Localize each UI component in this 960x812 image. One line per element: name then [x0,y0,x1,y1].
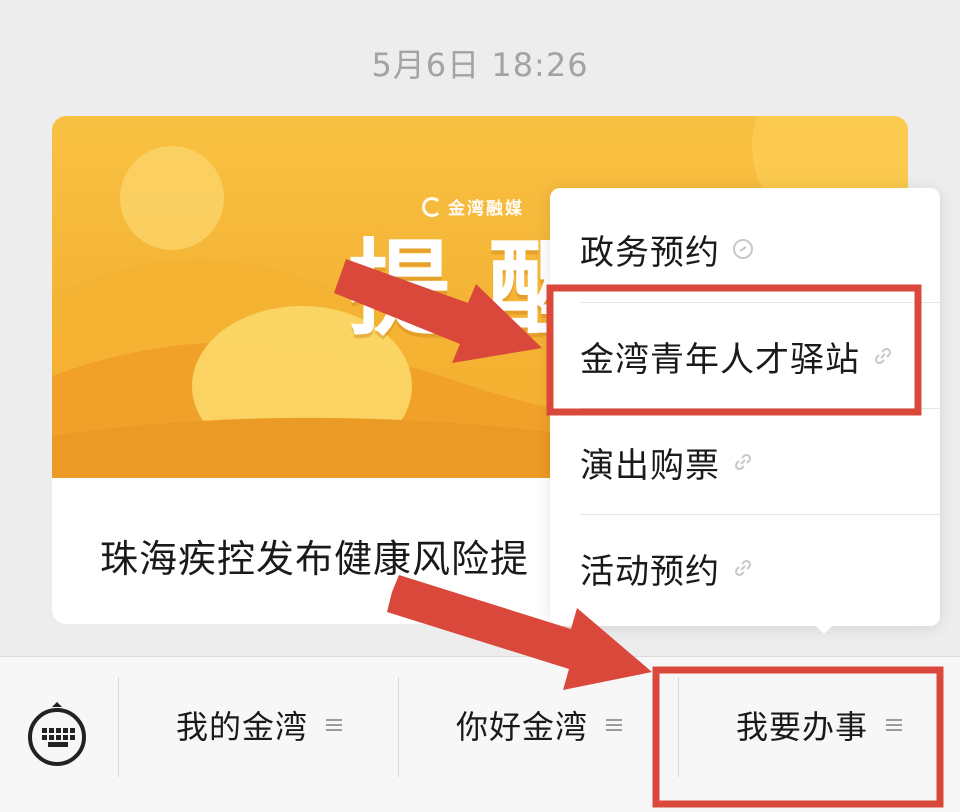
keyboard-icon[interactable] [24,701,90,767]
tab-divider [398,677,399,777]
link-icon [734,559,752,577]
tab-my-jinwan[interactable]: 我的金湾 [120,657,398,792]
article-title: 珠海疾控发布健康风险提 [100,537,530,581]
link-icon [734,453,752,471]
tab-services[interactable]: 我要办事 [680,657,958,792]
tab-label: 我要办事 [735,707,868,746]
link-icon [874,347,892,365]
popup-caret [812,622,836,634]
menu-lines-icon [326,718,342,731]
link-icon [733,239,753,259]
menu-item-label: 政务预约 [580,232,720,273]
tab-divider [678,677,679,777]
menu-item-event-appointment[interactable]: 活动预约 [550,515,940,621]
bottom-menu-bar: 我的金湾 你好金湾 我要办事 [0,656,960,812]
menu-item-government-appointment[interactable]: 政务预约 [550,196,940,302]
tab-hello-jinwan[interactable]: 你好金湾 [400,657,678,792]
message-timestamp: 5月6日 18:26 [371,46,589,84]
menu-item-label: 活动预约 [580,551,720,592]
tab-divider [118,677,119,777]
tab-label: 我的金湾 [175,707,308,746]
menu-item-youth-talent-station[interactable]: 金湾青年人才驿站 [550,303,940,409]
menu-item-label: 演出购票 [580,445,720,486]
service-menu-popup: 政务预约 金湾青年人才驿站 演出购票 活动预约 [550,188,940,626]
menu-lines-icon [606,718,622,731]
menu-item-label: 金湾青年人才驿站 [580,339,860,380]
menu-lines-icon [886,718,902,731]
tab-label: 你好金湾 [455,707,588,746]
menu-item-show-tickets[interactable]: 演出购票 [550,409,940,515]
